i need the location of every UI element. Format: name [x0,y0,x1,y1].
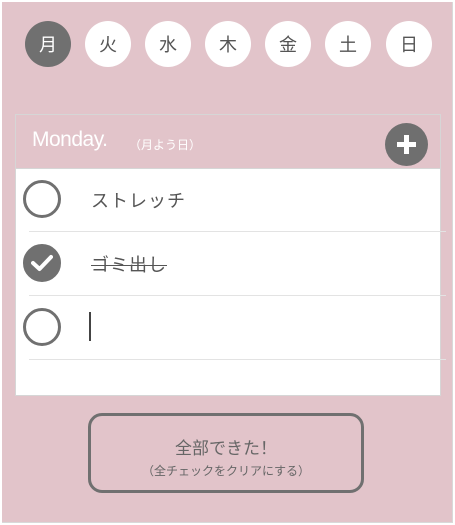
task-checkbox-checked[interactable] [23,244,61,282]
day-tab-sat[interactable]: 土 [325,21,371,67]
day-tab-fri[interactable]: 金 [265,21,311,67]
day-tab-mon[interactable]: 月 [25,21,71,67]
clear-button-label: 全部できた！ [175,439,277,459]
task-text: ストレッチ [91,191,186,212]
day-tab-sun[interactable]: 日 [386,21,432,67]
checkmark-icon [31,255,53,271]
task-checkbox[interactable] [23,180,61,218]
task-item: ストレッチ [16,168,446,232]
todo-card: Monday. （月よう日） ストレッチ ゴミ出し [15,114,446,396]
text-cursor [89,312,91,341]
card-subtitle: （月よう日） [129,138,202,152]
add-task-button[interactable] [385,123,428,166]
task-text-input[interactable] [88,306,412,348]
clear-all-button[interactable]: 全部できた！ （全チェックをクリアにする） [88,413,364,493]
clear-button-sublabel: （全チェックをクリアにする） [141,464,311,478]
day-tab-wed[interactable]: 水 [145,21,191,67]
day-tab-tue[interactable]: 火 [85,21,131,67]
card-header: Monday. （月よう日） [16,115,440,169]
task-item: ゴミ出し [16,232,446,296]
task-item-editing [16,296,446,360]
app-container: 月 火 水 木 金 土 日 Monday. （月よう日） ストレッチ ゴミ出し … [2,2,453,523]
card-title: Monday. [32,128,108,151]
task-divider [29,359,446,360]
day-tab-thu[interactable]: 木 [205,21,251,67]
task-text: ゴミ出し [91,255,167,276]
task-checkbox[interactable] [23,308,61,346]
day-tabs: 月 火 水 木 金 土 日 [2,2,453,82]
